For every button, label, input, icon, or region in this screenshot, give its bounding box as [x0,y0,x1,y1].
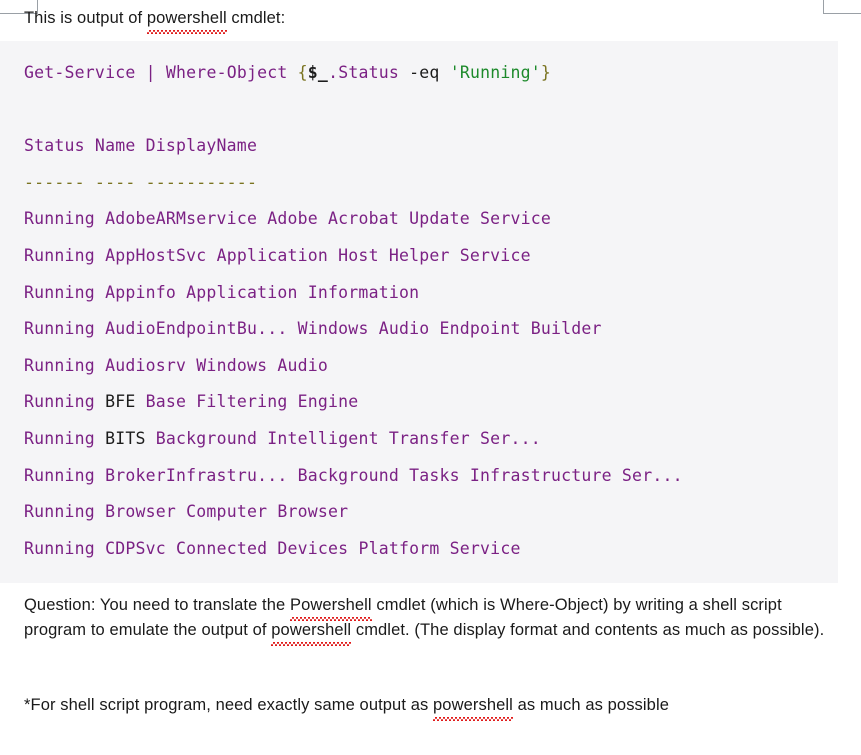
service-display-name: Application Host Helper Service [217,246,531,265]
service-name: CDPSvc [105,539,166,558]
token-open-brace: { [298,63,308,82]
code-line-command: Get-Service | Where-Object {$_.Status -e… [0,55,838,92]
service-row: Running AppHostSvc Application Host Help… [0,238,838,275]
token-variable: $_ [308,63,328,82]
note-text-1: *For shell script program, need exactly … [24,696,433,714]
service-row: Running AdobeARMservice Adobe Acrobat Up… [0,201,838,238]
code-line-blank-1 [0,92,838,129]
service-name: BFE [105,392,135,411]
service-display-name: Adobe Acrobat Update Service [267,209,551,228]
document-body: This is output of powershell cmdlet: Get… [0,0,861,718]
spellcheck-word-powershell-intro: powershell [147,6,227,31]
spellcheck-word-powershell-note: powershell [433,693,513,718]
service-name: BITS [105,429,146,448]
spellcheck-word-powershell-q1: Powershell [290,593,372,618]
table-separator-text: ------ ---- ----------- [24,173,257,192]
service-row: Running AudioEndpointBu... Windows Audio… [0,311,838,348]
service-row: Running BFE Base Filtering Engine [0,384,838,421]
question-text-1: Question: You need to translate the [24,596,290,614]
service-status: Running [24,283,95,302]
service-status: Running [24,429,95,448]
code-line-table-separator: ------ ---- ----------- [0,165,838,202]
token-property: .Status [328,63,399,82]
token-pipe: | [146,63,156,82]
service-row: Running Appinfo Application Information [0,275,838,312]
service-status: Running [24,466,95,485]
code-line-table-header: Status Name DisplayName [0,128,838,165]
service-display-name: Background Intelligent Transfer Ser... [156,429,541,448]
intro-text-before: This is output of [24,9,147,27]
service-status: Running [24,319,95,338]
service-name: AppHostSvc [105,246,206,265]
spellcheck-word-powershell-q2: powershell [271,618,351,643]
service-name: BrokerInfrastru... [105,466,287,485]
service-display-name: Background Tasks Infrastructure Ser... [298,466,683,485]
service-table-rows: Running AdobeARMservice Adobe Acrobat Up… [0,201,838,567]
service-row: Running BrokerInfrastru... Background Ta… [0,458,838,495]
spacer-below-code [0,583,861,593]
service-status: Running [24,209,95,228]
space-3 [288,63,298,82]
service-display-name: Application Information [186,283,419,302]
powershell-output-block: Get-Service | Where-Object {$_.Status -e… [0,41,838,583]
intro-text-after: cmdlet: [227,9,286,27]
question-text-3: cmdlet. (The display format and contents… [351,621,824,639]
service-display-name: Windows Audio [196,356,328,375]
token-get-service: Get-Service [24,63,135,82]
service-name: Appinfo [105,283,176,302]
note-text-2: as much as possible [513,696,669,714]
service-row: Running CDPSvc Connected Devices Platfor… [0,531,838,568]
service-name: AudioEndpointBu... [105,319,287,338]
spacer-above-code [0,31,861,41]
space-1 [135,63,145,82]
service-display-name: Base Filtering Engine [146,392,359,411]
service-display-name: Computer Browser [186,502,348,521]
service-row: Running Audiosrv Windows Audio [0,348,838,385]
space-5 [440,63,450,82]
empty-paragraph [0,643,861,668]
token-close-brace: } [541,63,551,82]
question-paragraph: Question: You need to translate the Powe… [0,593,861,643]
service-row: Running BITS Background Intelligent Tran… [0,421,838,458]
token-string: 'Running' [450,63,541,82]
intro-paragraph: This is output of powershell cmdlet: [0,0,861,31]
empty-paragraph-2 [0,668,861,693]
service-status: Running [24,392,95,411]
service-status: Running [24,356,95,375]
service-row: Running Browser Computer Browser [0,494,838,531]
token-where-object: Where-Object [166,63,288,82]
service-status: Running [24,246,95,265]
service-status: Running [24,502,95,521]
space-4 [399,63,409,82]
service-status: Running [24,539,95,558]
service-display-name: Connected Devices Platform Service [176,539,521,558]
table-header-text: Status Name DisplayName [24,136,257,155]
service-name: Browser [105,502,176,521]
service-name: Audiosrv [105,356,186,375]
note-paragraph: *For shell script program, need exactly … [0,693,861,718]
service-display-name: Windows Audio Endpoint Builder [298,319,602,338]
service-name: AdobeARMservice [105,209,257,228]
token-operator: -eq [409,63,439,82]
space-2 [156,63,166,82]
